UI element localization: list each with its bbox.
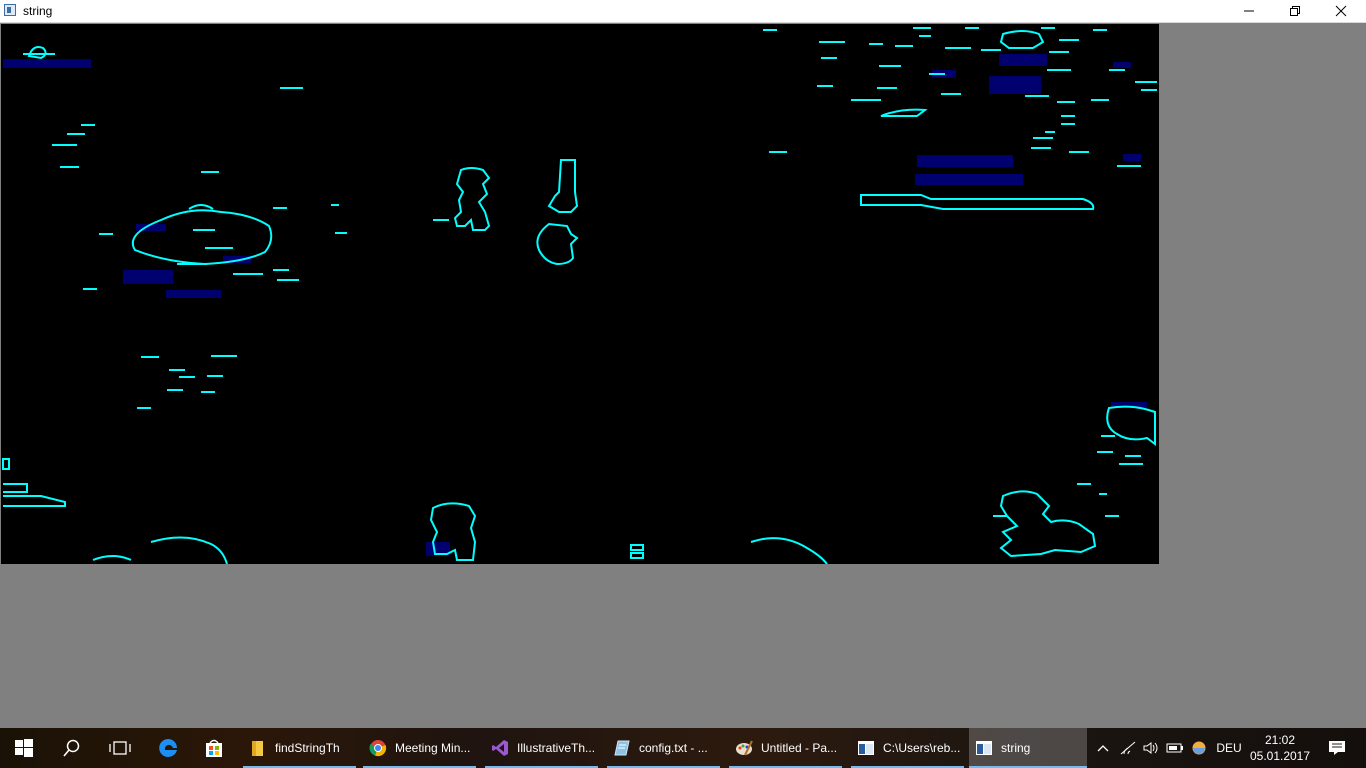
minimize-icon: [1244, 10, 1254, 12]
taskbar-app-console[interactable]: C:\Users\reb...: [851, 728, 964, 768]
notifications-icon: [1329, 741, 1345, 755]
tray-app-button[interactable]: [1188, 728, 1210, 768]
task-view-button[interactable]: [96, 728, 144, 768]
taskbar-app-label: findStringTh: [275, 741, 340, 755]
close-button[interactable]: [1318, 0, 1364, 22]
taskbar-app-label: string: [1001, 741, 1031, 755]
image-canvas: [1, 24, 1159, 564]
taskbar: findStringTh Meeting Min... Illustrative…: [0, 728, 1366, 768]
window-app-icon: [4, 4, 16, 16]
restore-icon: [1290, 6, 1300, 16]
action-center-button[interactable]: [1322, 728, 1352, 768]
visual-studio-icon: [491, 739, 509, 757]
taskbar-app-visual-studio[interactable]: IllustrativeTh...: [485, 728, 598, 768]
taskbar-app-label: Untitled - Pa...: [761, 741, 838, 755]
taskbar-app-label: C:\Users\reb...: [883, 741, 961, 755]
paint-icon: [735, 739, 753, 757]
taskbar-app-string[interactable]: string: [969, 728, 1087, 768]
store-icon: [206, 739, 222, 757]
clock-time: 21:02: [1264, 733, 1296, 747]
clock-date: 05.01.2017: [1249, 749, 1311, 763]
taskbar-app-findstring[interactable]: findStringTh: [243, 728, 356, 768]
windows-logo-icon: [15, 739, 33, 757]
volume-button[interactable]: [1140, 728, 1162, 768]
window-title: string: [23, 4, 53, 18]
taskbar-pinned-store[interactable]: [190, 728, 238, 768]
chevron-up-icon: [1097, 745, 1109, 752]
language-label: DEU: [1216, 741, 1242, 755]
taskbar-app-label: config.txt - ...: [639, 741, 708, 755]
taskbar-app-chrome[interactable]: Meeting Min...: [363, 728, 476, 768]
taskbar-pinned-edge[interactable]: [144, 728, 192, 768]
close-icon: [1335, 5, 1347, 17]
contour-image: [2, 27, 1157, 564]
console-icon: [857, 739, 875, 757]
minimize-button[interactable]: [1226, 0, 1272, 22]
network-button[interactable]: [1116, 728, 1140, 768]
taskbar-app-paint[interactable]: Untitled - Pa...: [729, 728, 842, 768]
clock[interactable]: 21:02 05.01.2017: [1244, 732, 1316, 764]
notepad-icon: [613, 739, 631, 757]
chrome-icon: [369, 739, 387, 757]
search-button[interactable]: [48, 728, 96, 768]
search-icon: [63, 739, 80, 757]
wifi-icon: [1120, 741, 1136, 755]
window-titlebar[interactable]: string: [0, 0, 1366, 23]
window-app-icon: [975, 739, 993, 757]
battery-icon: [1166, 743, 1183, 753]
start-button[interactable]: [0, 728, 48, 768]
taskbar-app-label: Meeting Min...: [395, 741, 471, 755]
taskbar-app-notepad[interactable]: config.txt - ...: [607, 728, 720, 768]
edge-icon: [159, 739, 177, 757]
task-view-icon: [109, 741, 131, 755]
taskbar-app-label: IllustrativeTh...: [517, 741, 596, 755]
volume-icon: [1143, 742, 1158, 754]
battery-button[interactable]: [1164, 728, 1186, 768]
folder-icon: [249, 739, 267, 757]
language-indicator[interactable]: DEU: [1212, 728, 1246, 768]
show-hidden-icons-button[interactable]: [1092, 728, 1114, 768]
app-tray-icon: [1192, 741, 1206, 755]
restore-button[interactable]: [1272, 0, 1318, 22]
